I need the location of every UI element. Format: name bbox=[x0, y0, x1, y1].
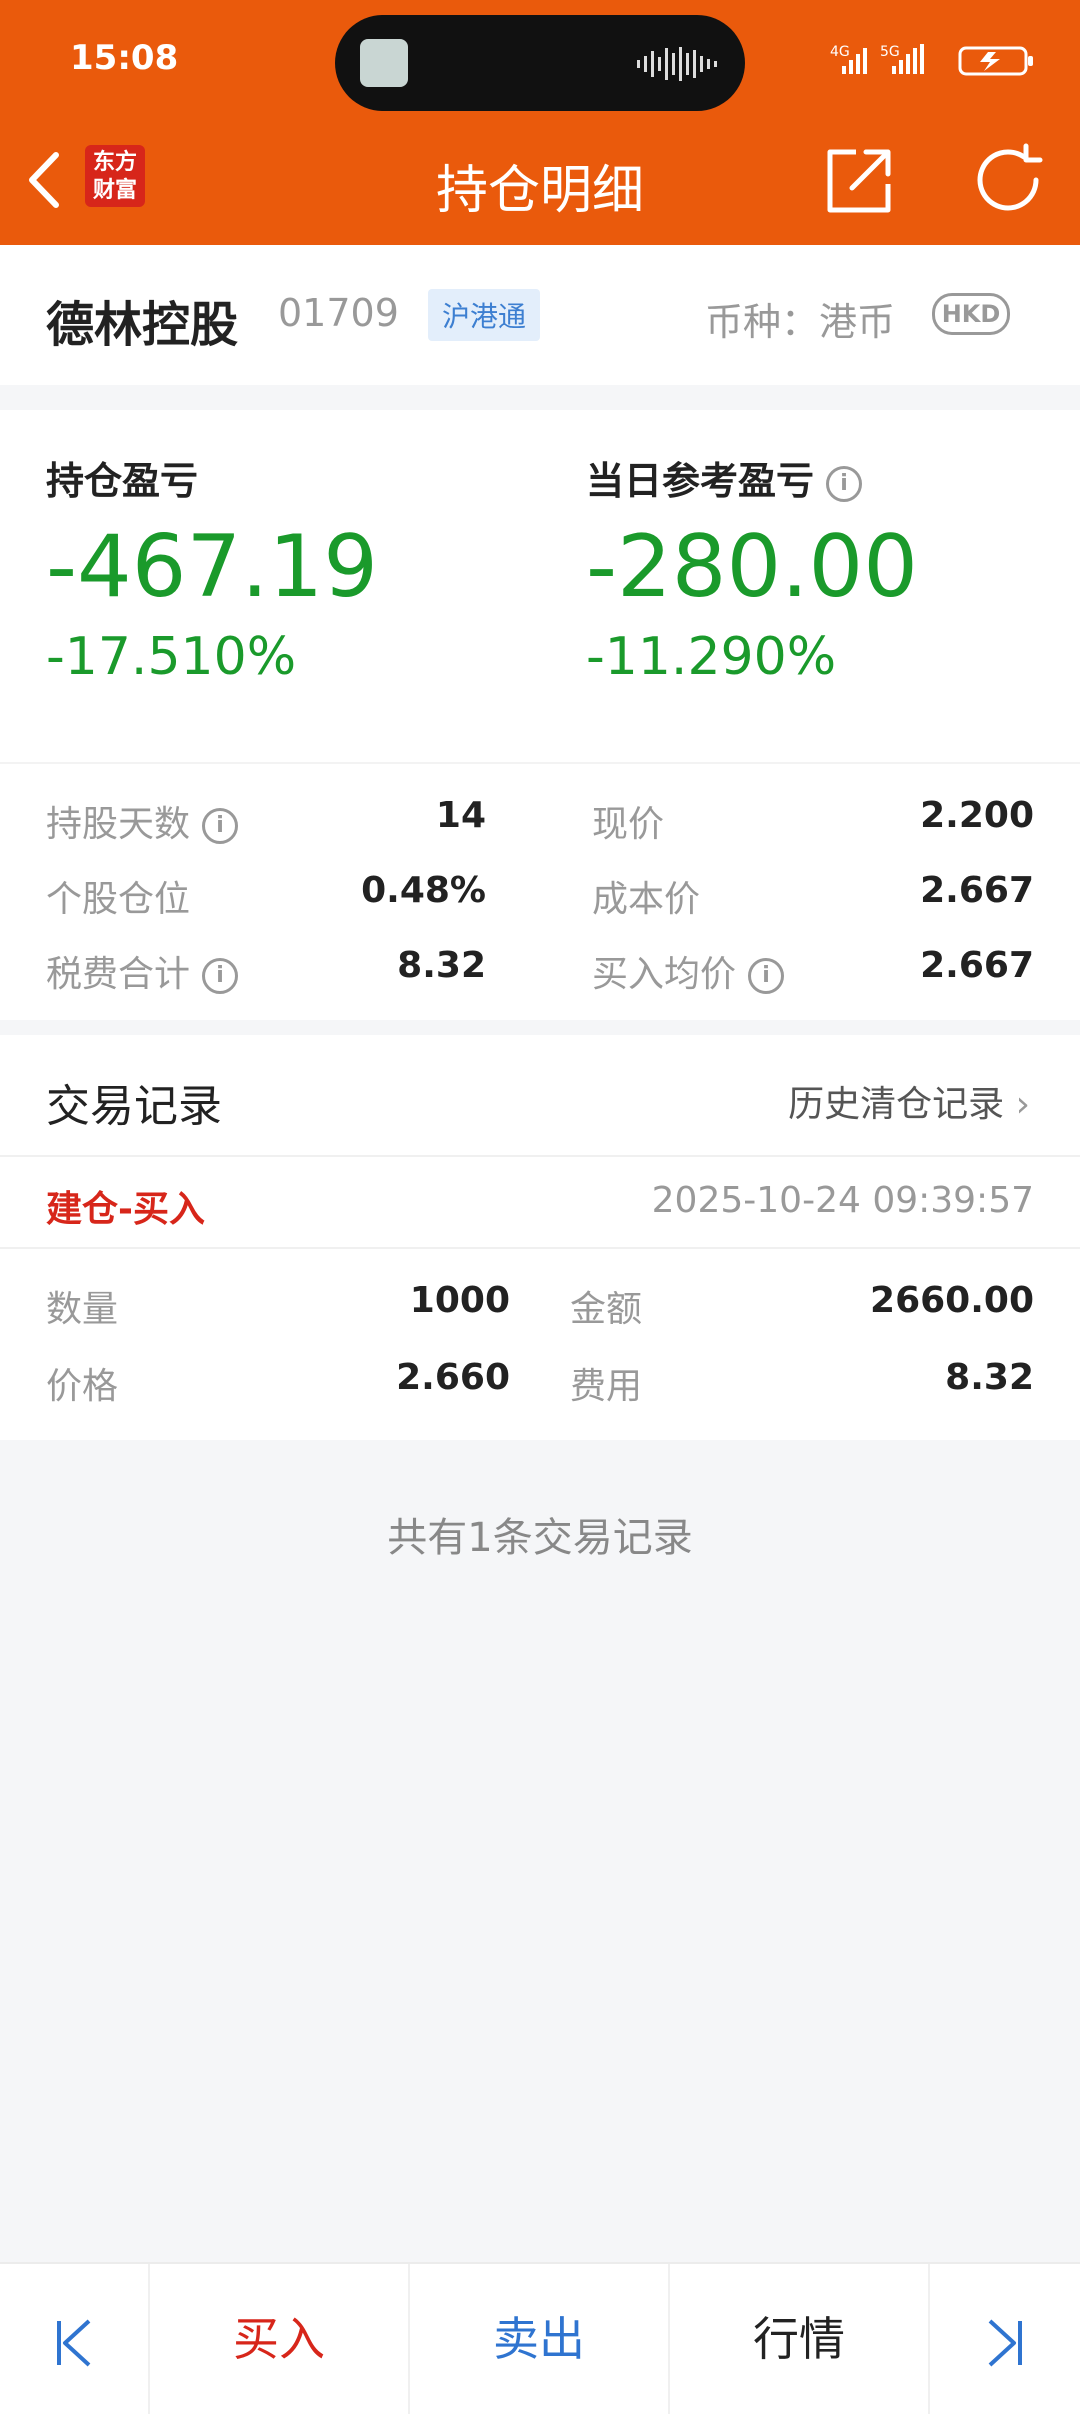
holding-pnl: 持仓盈亏 -467.19 -17.510% bbox=[46, 450, 378, 687]
refresh-icon[interactable] bbox=[970, 140, 1050, 220]
trade-price-value: 2.660 bbox=[396, 1357, 510, 1398]
avg-buy-price-label: 买入均价 i bbox=[592, 945, 785, 997]
network-5g-label: 5G bbox=[880, 44, 900, 60]
position-ratio-value: 0.48% bbox=[361, 870, 486, 911]
current-price-label: 现价 bbox=[592, 804, 665, 845]
divider bbox=[0, 1247, 1080, 1249]
stock-info-bar: 德林控股 01709 沪港通 币种：港币 HKD bbox=[0, 245, 1080, 385]
status-icons: 4G 5G bbox=[830, 44, 1033, 76]
avg-buy-price-value: 2.667 bbox=[920, 945, 1034, 986]
pnl-card: 持仓盈亏 -467.19 -17.510% 当日参考盈亏 i -280.00 -1… bbox=[0, 410, 1080, 1020]
metric-row: 税费合计 i 8.32 买入均价 i 2.667 bbox=[0, 945, 1080, 995]
current-price-value: 2.200 bbox=[920, 795, 1034, 836]
holding-days-value: 14 bbox=[435, 795, 486, 836]
daily-pnl-title-row: 当日参考盈亏 i bbox=[586, 450, 918, 505]
trade-fee-value: 8.32 bbox=[945, 1357, 1034, 1398]
holding-pnl-title: 持仓盈亏 bbox=[46, 459, 199, 503]
dynamic-island bbox=[335, 15, 745, 111]
trade-time: 2025-10-24 09:39:57 bbox=[651, 1180, 1034, 1221]
connect-tag: 沪港通 bbox=[428, 289, 541, 341]
next-stock-button[interactable] bbox=[930, 2264, 1080, 2414]
trade-amount-value: 2660.00 bbox=[870, 1280, 1034, 1321]
history-clear-link[interactable]: 历史清仓记录 › bbox=[788, 1075, 1030, 1127]
stock-code: 01709 bbox=[278, 291, 399, 335]
divider bbox=[0, 762, 1080, 764]
skip-previous-icon bbox=[57, 2319, 91, 2366]
currency-badge: HKD bbox=[932, 293, 1010, 335]
status-time: 15:08 bbox=[70, 38, 179, 78]
info-icon[interactable]: i bbox=[826, 465, 863, 502]
page-title: 持仓明细 bbox=[435, 161, 644, 221]
fees-total-value: 8.32 bbox=[397, 945, 486, 986]
info-icon[interactable]: i bbox=[748, 958, 785, 994]
music-thumbnail bbox=[360, 39, 408, 87]
app-header: 15:08 4G 5G 东方 财富 持仓明细 bbox=[0, 0, 1080, 245]
metric-row: 持股天数 i 14 现价 2.200 bbox=[0, 795, 1080, 845]
fees-total-label: 税费合计 i bbox=[46, 945, 239, 997]
trade-type: 建仓-买入 bbox=[46, 1189, 205, 1230]
holding-pnl-value: -467.19 bbox=[46, 517, 378, 617]
market-button[interactable]: 行情 bbox=[670, 2264, 930, 2414]
trade-fee-label: 费用 bbox=[570, 1366, 643, 1407]
stock-name: 德林控股 bbox=[46, 297, 239, 353]
trade-amount-label: 金额 bbox=[570, 1289, 643, 1330]
sell-button[interactable]: 卖出 bbox=[410, 2264, 670, 2414]
daily-pnl: 当日参考盈亏 i -280.00 -11.290% bbox=[586, 450, 918, 687]
holding-pnl-percent: -17.510% bbox=[46, 627, 297, 687]
daily-pnl-title: 当日参考盈亏 bbox=[586, 459, 815, 503]
cost-price-label: 成本价 bbox=[592, 879, 701, 920]
buy-button[interactable]: 买入 bbox=[150, 2264, 410, 2414]
cost-price-value: 2.667 bbox=[920, 870, 1034, 911]
prev-stock-button[interactable] bbox=[0, 2264, 150, 2414]
trade-records-card: 交易记录 历史清仓记录 › 建仓-买入 2025-10-24 09:39:57 … bbox=[0, 1035, 1080, 1440]
trade-records-title: 交易记录 bbox=[46, 1081, 222, 1132]
divider bbox=[0, 1155, 1080, 1157]
info-icon[interactable]: i bbox=[202, 808, 239, 844]
network-4g-label: 4G bbox=[830, 44, 850, 60]
holding-days-label: 持股天数 i bbox=[46, 795, 239, 847]
position-ratio-label: 个股仓位 bbox=[46, 879, 191, 920]
trade-qty-value: 1000 bbox=[409, 1280, 510, 1321]
daily-pnl-percent: -11.290% bbox=[586, 627, 837, 687]
daily-pnl-value: -280.00 bbox=[586, 517, 918, 617]
bottom-action-bar: 买入 卖出 行情 bbox=[0, 2262, 1080, 2414]
chevron-right-icon: › bbox=[1015, 1084, 1030, 1125]
records-summary: 共有1条交易记录 bbox=[387, 1515, 693, 1561]
info-icon[interactable]: i bbox=[202, 958, 239, 994]
currency-label: 币种：港币 bbox=[705, 300, 896, 344]
trade-qty-label: 数量 bbox=[46, 1289, 119, 1330]
share-icon[interactable] bbox=[820, 140, 900, 220]
audio-wave-icon bbox=[637, 47, 717, 81]
trade-price-label: 价格 bbox=[46, 1366, 119, 1407]
skip-next-icon bbox=[988, 2319, 1022, 2366]
metric-row: 个股仓位 0.48% 成本价 2.667 bbox=[0, 870, 1080, 920]
